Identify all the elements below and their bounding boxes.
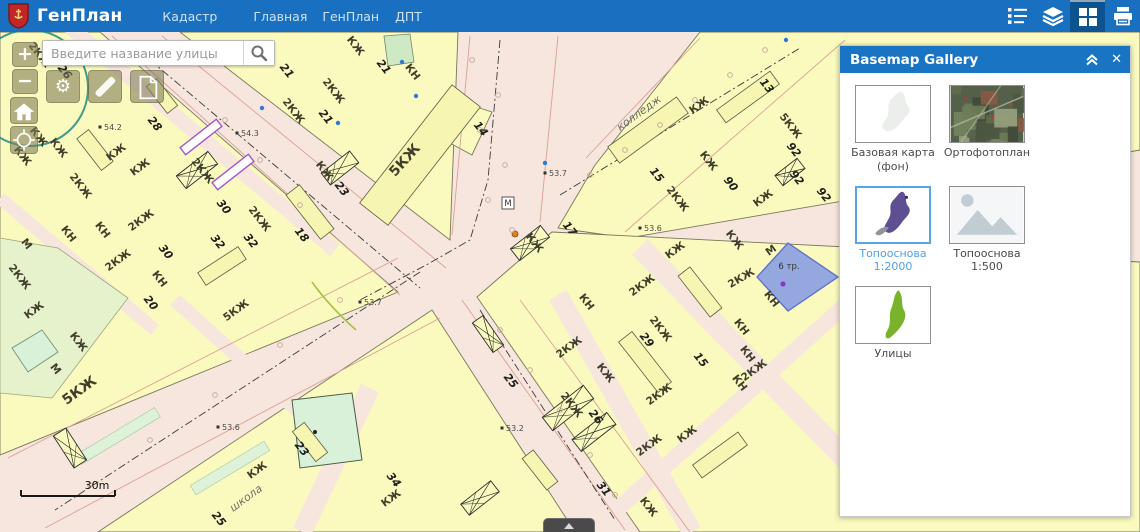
print-icon	[1112, 6, 1134, 26]
basemap-thumbnail[interactable]	[949, 85, 1025, 143]
basemap-label: Базовая карта (фон)	[847, 146, 939, 174]
basemap-item-topo2000[interactable]: Топооснова 1:2000	[847, 186, 939, 275]
measure-icon	[90, 72, 120, 101]
basemap-item-streets[interactable]: Улицы	[847, 286, 939, 361]
basemap-gallery-list: Базовая карта (фон) Ортофотоплан Топооснов…	[846, 83, 1124, 371]
basemap-label: Топооснова 1:500	[941, 247, 1033, 275]
elevation-label: 53.6	[222, 423, 240, 432]
export-tool-button[interactable]	[130, 70, 164, 103]
chevron-up-icon	[561, 521, 577, 530]
minus-icon: −	[17, 72, 33, 91]
attribution-toggle-button[interactable]	[543, 518, 595, 532]
search-button[interactable]	[243, 41, 274, 65]
menu-item-dpt[interactable]: ДПТ	[395, 9, 422, 24]
measure-tool-button[interactable]	[88, 70, 122, 103]
search-input[interactable]	[43, 41, 243, 65]
city-coat-of-arms-logo	[8, 3, 29, 29]
basemap-gallery-icon	[1078, 7, 1098, 27]
basemap-item-blank[interactable]: Базовая карта (фон)	[847, 85, 939, 174]
elevation-label: 54.2	[104, 123, 122, 132]
menu-item-genplan[interactable]: ГенПлан	[322, 9, 379, 24]
collapse-panel-button[interactable]	[1085, 53, 1099, 66]
document-icon	[133, 73, 161, 101]
elevation-label: 53.7	[364, 298, 382, 307]
map-label: 6 тр.	[778, 262, 799, 272]
gear-icon: ⚙	[55, 76, 71, 97]
home-extent-button[interactable]	[10, 97, 38, 124]
elevation-label: 53.7	[549, 169, 567, 178]
app-title: ГенПлан	[37, 6, 122, 26]
zoom-out-button[interactable]: −	[12, 69, 38, 94]
legend-button[interactable]	[1000, 0, 1035, 32]
menu-item-kadastr[interactable]: Кадастр	[162, 9, 217, 24]
plus-icon: +	[17, 45, 33, 64]
main-menu: Кадастр Главная ГенПлан ДПТ	[122, 9, 421, 24]
elevation-label: 53.6	[644, 224, 662, 233]
app-header: ГенПлан Кадастр Главная ГенПлан ДПТ	[0, 0, 1140, 32]
basemap-label: Улицы	[874, 347, 911, 361]
elevation-label: 53.2	[506, 424, 524, 433]
basemap-thumbnail[interactable]	[949, 186, 1025, 244]
panel-header[interactable]: Basemap Gallery ✕	[840, 46, 1130, 73]
basemap-thumbnail[interactable]	[855, 85, 931, 143]
header-toolbar	[1000, 0, 1140, 32]
basemap-item-aerial[interactable]: Ортофотоплан	[941, 85, 1033, 174]
crosshair-icon	[12, 128, 36, 152]
search-icon	[250, 44, 268, 62]
menu-item-glavnaya[interactable]: Главная	[253, 9, 307, 24]
basemap-item-placeholder[interactable]: Топооснова 1:500	[941, 186, 1033, 275]
settings-tool-button[interactable]: ⚙	[46, 70, 80, 103]
print-button[interactable]	[1105, 0, 1140, 32]
double-chevron-up-icon	[1085, 53, 1099, 66]
basemap-gallery-button[interactable]	[1070, 0, 1105, 32]
layers-icon	[1042, 6, 1064, 26]
basemap-label: Ортофотоплан	[944, 146, 1030, 160]
zoom-in-button[interactable]: +	[12, 42, 38, 67]
my-location-button[interactable]	[10, 126, 38, 154]
panel-body[interactable]: Базовая карта (фон) Ортофотоплан Топооснов…	[840, 73, 1130, 516]
home-icon	[12, 100, 36, 122]
street-search	[42, 40, 275, 66]
basemap-label: Топооснова 1:2000	[847, 247, 939, 275]
basemap-gallery-panel: Basemap Gallery ✕ Базовая карта (фон) Орт…	[839, 45, 1131, 517]
close-panel-button[interactable]: ✕	[1111, 52, 1122, 67]
legend-icon	[1008, 6, 1028, 26]
basemap-thumbnail[interactable]	[855, 286, 931, 344]
elevation-label: 54.3	[241, 129, 259, 138]
layers-button[interactable]	[1035, 0, 1070, 32]
basemap-thumbnail[interactable]	[855, 186, 931, 244]
map-label: М	[504, 199, 511, 209]
panel-title: Basemap Gallery	[850, 52, 978, 68]
app-window: 2КЖ26КЖКЖКЖ2КЖКЖКЖ28КНКНМ2КЖ302КЖКН2КЖ30…	[0, 0, 1140, 532]
scale-label: 30m	[85, 479, 110, 492]
